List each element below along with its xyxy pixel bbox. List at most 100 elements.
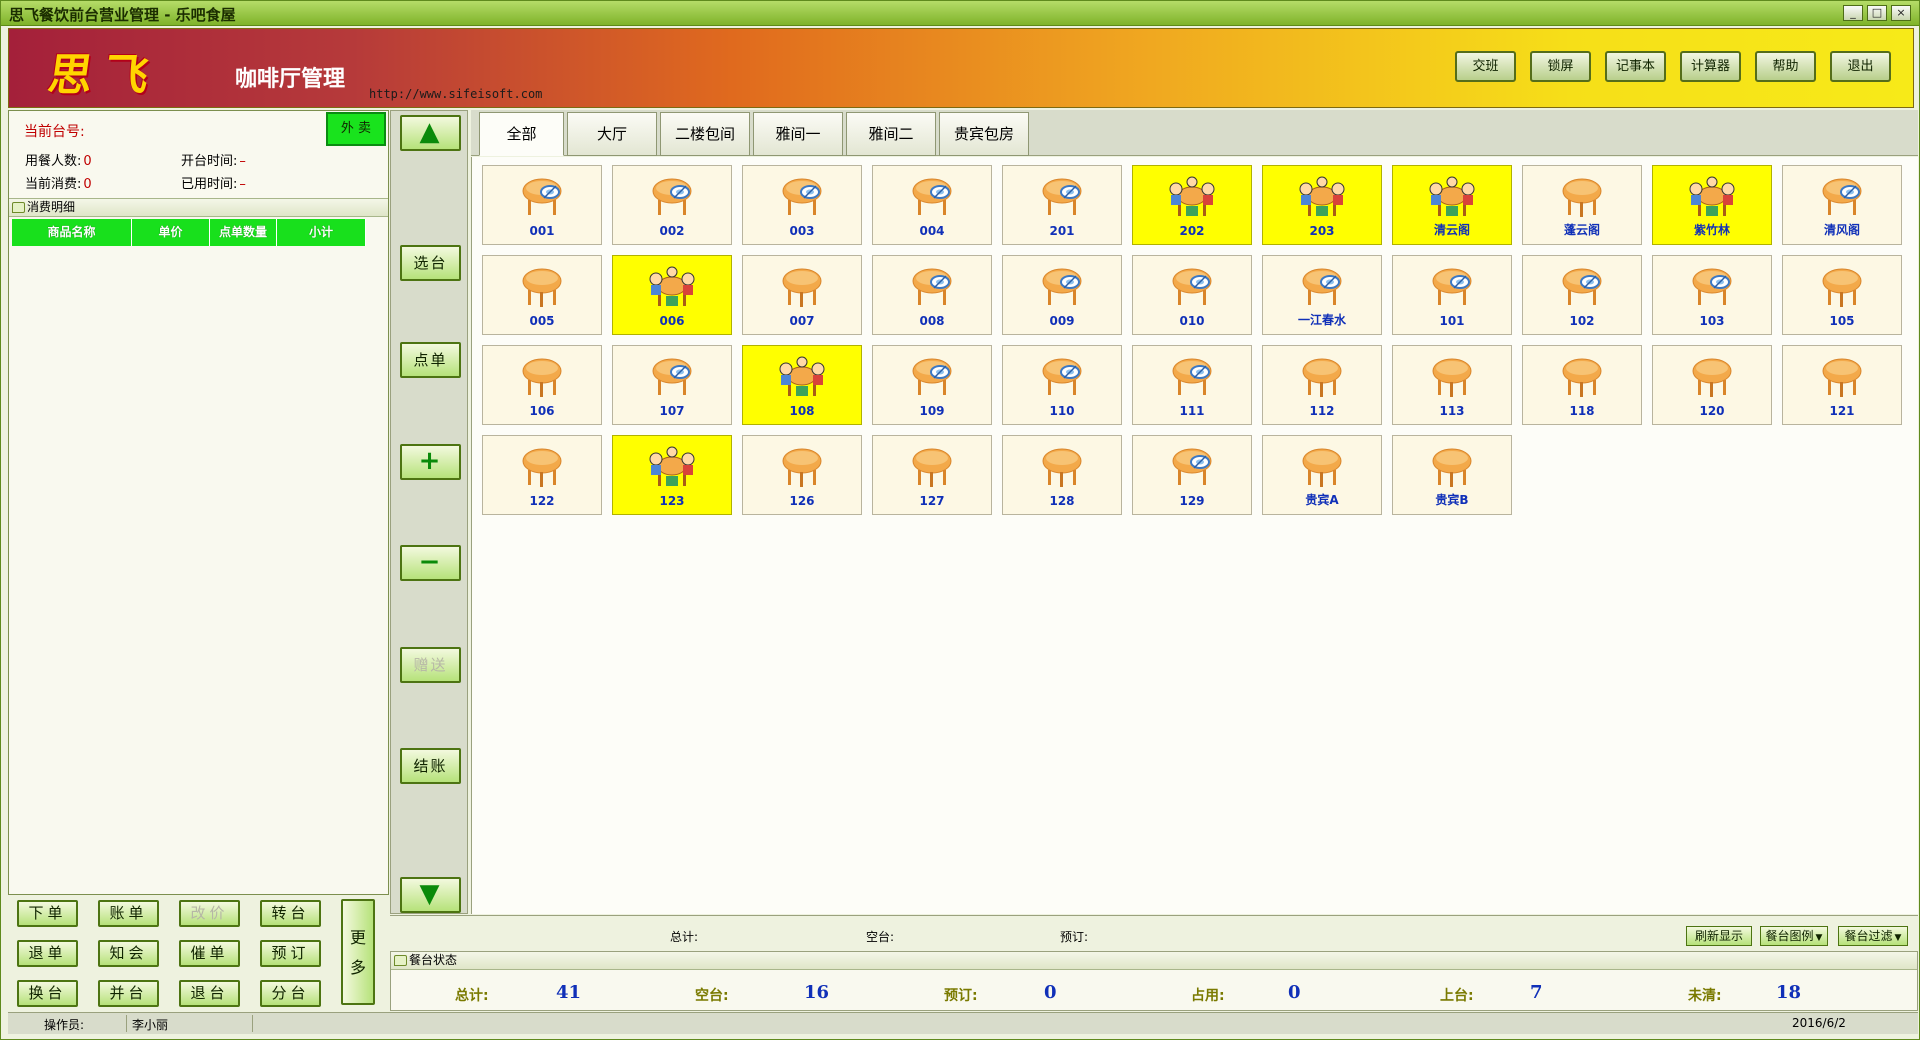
notepad-button[interactable]: 记事本 <box>1605 51 1666 82</box>
table-cell[interactable]: 清风阁 <box>1782 165 1902 245</box>
tab-vip-rooms[interactable]: 贵宾包房 <box>939 112 1029 156</box>
tab-second-floor-rooms[interactable]: 二楼包间 <box>660 112 750 156</box>
more-button[interactable]: 更多 <box>341 899 375 1005</box>
table-name: 贵宾B <box>1435 493 1469 507</box>
table-cell[interactable]: 109 <box>872 345 992 425</box>
place-order-button[interactable]: 下单 <box>17 900 78 927</box>
table-cell[interactable]: 126 <box>742 435 862 515</box>
calculator-button[interactable]: 计算器 <box>1680 51 1741 82</box>
notify-button[interactable]: 知会 <box>98 940 159 967</box>
details-section-header: 消费明细 <box>9 198 388 217</box>
top-toolbar: 交班 锁屏 记事本 计算器 帮助 退出 <box>1455 51 1891 82</box>
table-cell[interactable]: 清云阁 <box>1392 165 1512 245</box>
round-table-icon <box>1263 446 1381 492</box>
table-cell[interactable]: 蓬云阁 <box>1522 165 1642 245</box>
table-name: 002 <box>659 224 685 238</box>
open-time-info: 开台时间: – <box>181 150 246 169</box>
table-with-diners-icon <box>1393 176 1511 222</box>
table-cell[interactable]: 101 <box>1392 255 1512 335</box>
table-cell[interactable]: 127 <box>872 435 992 515</box>
table-cell[interactable]: 118 <box>1522 345 1642 425</box>
table-cell[interactable]: 003 <box>742 165 862 245</box>
takeout-button[interactable]: 外 卖 <box>326 112 386 146</box>
table-cell[interactable]: 113 <box>1392 345 1512 425</box>
transfer-table-button[interactable]: 转台 <box>260 900 321 927</box>
checkout-button[interactable]: 结账 <box>400 748 461 784</box>
table-cell[interactable]: 106 <box>482 345 602 425</box>
table-cell[interactable]: 005 <box>482 255 602 335</box>
table-cell[interactable]: 203 <box>1262 165 1382 245</box>
tab-private-room-1[interactable]: 雅间一 <box>753 112 843 156</box>
select-table-button[interactable]: 选台 <box>400 245 461 281</box>
order-dish-button[interactable]: 点单 <box>400 342 461 378</box>
column-unit-price[interactable]: 单价 <box>132 219 210 246</box>
table-cell[interactable]: 008 <box>872 255 992 335</box>
table-cell[interactable]: 紫竹林 <box>1652 165 1772 245</box>
maximize-button[interactable]: □ <box>1867 5 1887 21</box>
merge-table-button[interactable]: 并台 <box>98 980 159 1007</box>
table-cell[interactable]: 102 <box>1522 255 1642 335</box>
round-table-icon <box>1783 266 1901 312</box>
rush-order-button[interactable]: 催单 <box>179 940 240 967</box>
state-uncleared-value: 18 <box>1776 982 1802 1003</box>
table-cell[interactable]: 006 <box>612 255 732 335</box>
cancel-table-button[interactable]: 退台 <box>179 980 240 1007</box>
table-cell[interactable]: 010 <box>1132 255 1252 335</box>
table-cell[interactable]: 009 <box>1002 255 1122 335</box>
filter-dropdown[interactable]: 餐台过滤 ▼ <box>1838 926 1908 946</box>
state-free-label: 空台: <box>695 988 729 1004</box>
column-quantity[interactable]: 点单数量 <box>210 219 277 246</box>
tab-hall[interactable]: 大厅 <box>567 112 657 156</box>
table-cell[interactable]: 123 <box>612 435 732 515</box>
minimize-button[interactable]: _ <box>1843 5 1863 21</box>
table-cell[interactable]: 108 <box>742 345 862 425</box>
table-cell[interactable]: 一江春水 <box>1262 255 1382 335</box>
swap-table-button[interactable]: 换台 <box>17 980 78 1007</box>
table-cell[interactable]: 007 <box>742 255 862 335</box>
column-item-name[interactable]: 商品名称 <box>12 219 132 246</box>
table-cell[interactable]: 129 <box>1132 435 1252 515</box>
table-cell[interactable]: 202 <box>1132 165 1252 245</box>
table-cell[interactable]: 001 <box>482 165 602 245</box>
table-name: 贵宾A <box>1305 493 1339 507</box>
scroll-up-button[interactable]: ▲ <box>400 115 461 151</box>
close-button[interactable]: × <box>1891 5 1911 21</box>
table-cell[interactable]: 120 <box>1652 345 1772 425</box>
table-cell[interactable]: 111 <box>1132 345 1252 425</box>
scroll-down-button[interactable]: ▼ <box>400 877 461 913</box>
help-button[interactable]: 帮助 <box>1755 51 1816 82</box>
refresh-button[interactable]: 刷新显示 <box>1686 926 1752 946</box>
gift-button[interactable]: 赠送 <box>400 647 461 683</box>
table-cell[interactable]: 128 <box>1002 435 1122 515</box>
table-cell[interactable]: 103 <box>1652 255 1772 335</box>
table-cell[interactable]: 121 <box>1782 345 1902 425</box>
table-cell[interactable]: 贵宾A <box>1262 435 1382 515</box>
legend-dropdown[interactable]: 餐台图例 ▼ <box>1760 926 1828 946</box>
round-table-icon <box>743 446 861 492</box>
add-quantity-button[interactable]: + <box>400 444 461 480</box>
table-cell[interactable]: 110 <box>1002 345 1122 425</box>
table-cell[interactable]: 122 <box>482 435 602 515</box>
tab-private-room-2[interactable]: 雅间二 <box>846 112 936 156</box>
table-cell[interactable]: 112 <box>1262 345 1382 425</box>
table-cell[interactable]: 002 <box>612 165 732 245</box>
table-cell[interactable]: 105 <box>1782 255 1902 335</box>
bill-button[interactable]: 账单 <box>98 900 159 927</box>
table-with-tableware-icon <box>1133 446 1251 492</box>
lock-screen-button[interactable]: 锁屏 <box>1530 51 1591 82</box>
return-item-button[interactable]: 退单 <box>17 940 78 967</box>
column-subtotal[interactable]: 小计 <box>277 219 366 246</box>
tab-all[interactable]: 全部 <box>479 112 564 156</box>
table-cell[interactable]: 004 <box>872 165 992 245</box>
exit-button[interactable]: 退出 <box>1830 51 1891 82</box>
table-cell[interactable]: 201 <box>1002 165 1122 245</box>
shift-change-button[interactable]: 交班 <box>1455 51 1516 82</box>
change-price-button[interactable]: 改价 <box>179 900 240 927</box>
table-cell[interactable]: 贵宾B <box>1392 435 1512 515</box>
table-cell[interactable]: 107 <box>612 345 732 425</box>
app-title: 咖啡厅管理 <box>235 67 346 92</box>
split-table-button[interactable]: 分台 <box>260 980 321 1007</box>
open-time-label: 开台时间: <box>181 154 238 169</box>
reserve-button[interactable]: 预订 <box>260 940 321 967</box>
reduce-quantity-button[interactable]: − <box>400 545 461 581</box>
